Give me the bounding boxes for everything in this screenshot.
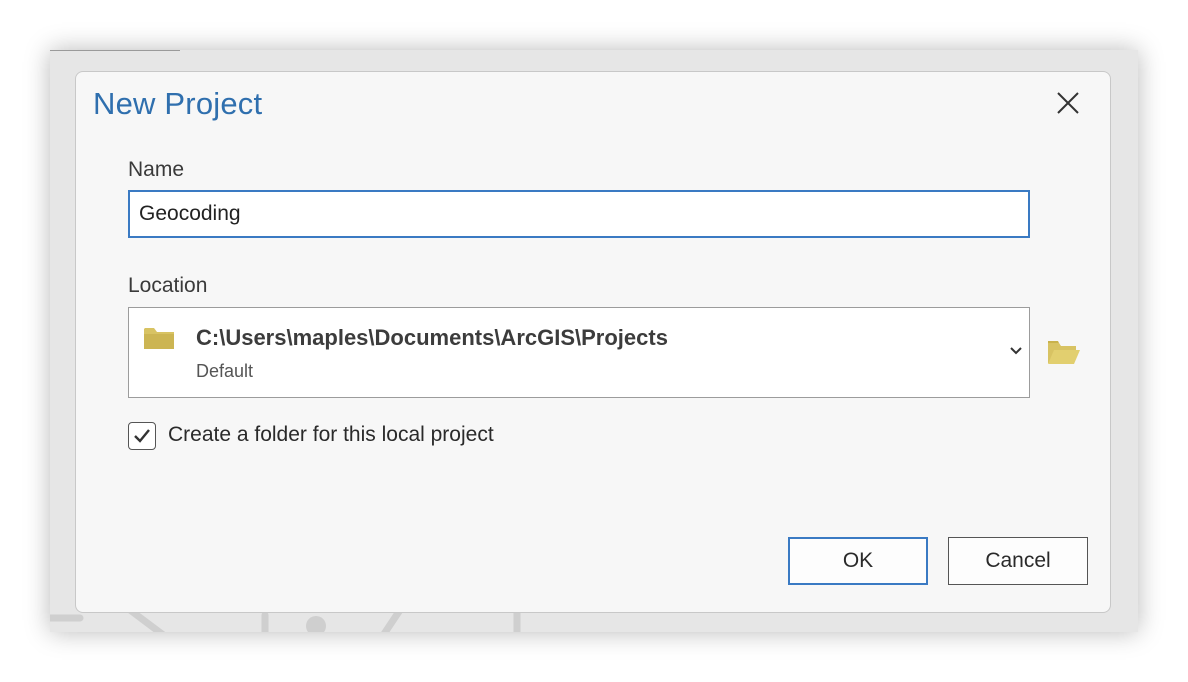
dialog-title: New Project bbox=[93, 86, 263, 121]
checkmark-icon bbox=[134, 429, 150, 443]
folder-icon bbox=[144, 328, 174, 349]
close-icon bbox=[1057, 92, 1079, 114]
name-input[interactable] bbox=[128, 190, 1030, 238]
create-folder-label[interactable]: Create a folder for this local project bbox=[168, 423, 494, 447]
name-label: Name bbox=[128, 158, 185, 181]
location-path: C:\Users\maples\Documents\ArcGIS\Project… bbox=[196, 325, 668, 350]
open-folder-icon bbox=[1048, 341, 1080, 364]
create-folder-checkbox[interactable] bbox=[128, 422, 156, 450]
browse-location-button[interactable] bbox=[1046, 337, 1082, 367]
chevron-down-icon bbox=[1010, 347, 1022, 355]
location-dropdown[interactable]: C:\Users\maples\Documents\ArcGIS\Project… bbox=[128, 307, 1030, 398]
ok-button[interactable]: OK bbox=[788, 537, 928, 585]
location-subtitle: Default bbox=[196, 361, 254, 381]
location-label: Location bbox=[128, 274, 208, 297]
new-project-dialog: New Project Name Location C:\Users\maple… bbox=[75, 71, 1111, 613]
close-button[interactable] bbox=[1054, 89, 1082, 117]
cancel-button[interactable]: Cancel bbox=[948, 537, 1088, 585]
